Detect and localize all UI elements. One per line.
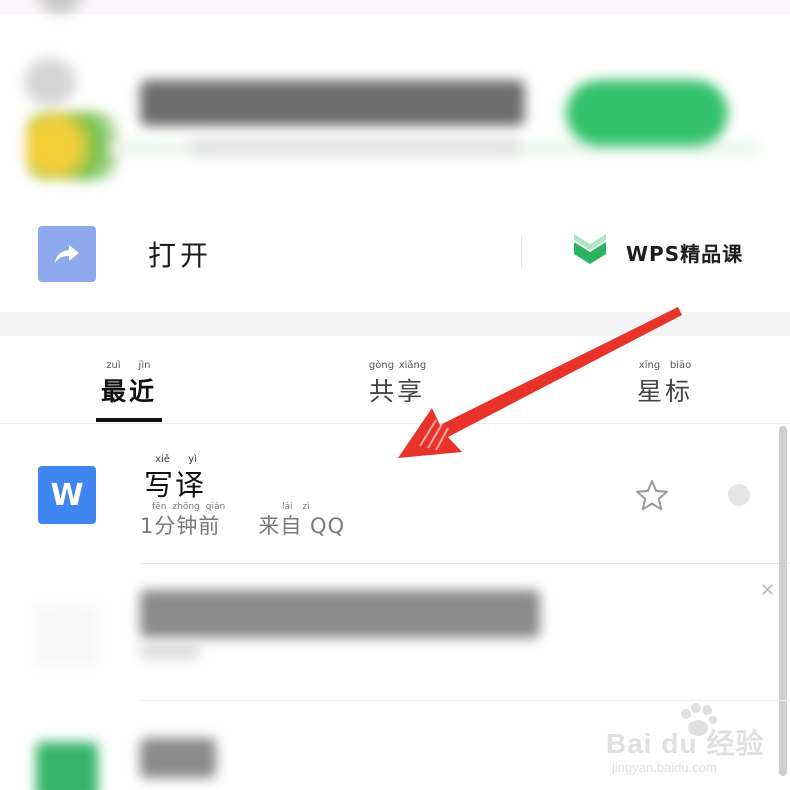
star-outline-icon[interactable] [634,478,670,514]
tab-starred[interactable]: xīng biāo 星标 [634,360,696,408]
divider [521,236,522,268]
list-item[interactable]: W xiě yì 写译 fēn zhōng qián lái zì 1分钟前 来自 QQ [0,424,790,564]
promo-banner[interactable] [0,20,790,180]
banner-subtitle [190,138,520,156]
tab-recent[interactable]: zuì jìn 最近 [98,360,160,408]
list-item-meta [140,644,200,658]
tab-label: 共享 [368,377,425,406]
divider [140,700,790,701]
close-icon[interactable]: ✕ [760,582,778,600]
active-tab-indicator [96,418,162,422]
file-time: 1分钟前 [140,514,221,538]
banner-app-icon [26,112,118,180]
file-name: 写译 [144,468,207,502]
wps-course-button[interactable]: WPS精品课 [626,238,743,267]
file-source: 来自 QQ [258,514,346,538]
word-doc-icon: W [38,466,96,524]
tab-label: 星标 [636,377,693,406]
watermark-url: jingyan.baidu.com [612,760,717,775]
banner-title [140,80,525,126]
banner-circle [24,58,76,106]
list-item[interactable] [140,590,540,638]
top-strip [0,0,790,14]
tab-label: 最近 [100,377,157,406]
list-item[interactable] [140,738,216,778]
section-gap [0,312,790,336]
tab-pinyin: gòng xiǎng [368,360,427,371]
tab-pinyin: xīng biāo [638,360,692,371]
file-icon [36,606,98,664]
divider [140,563,790,564]
open-button[interactable]: 打开 [148,234,212,274]
quick-actions-row: 打开 WPS精品课 [0,210,790,310]
more-dot-icon[interactable] [728,484,750,506]
wps-course-icon[interactable] [570,230,610,274]
watermark-brand: Bai du 经验 [606,728,765,759]
file-meta: 1分钟前 来自 QQ [140,510,345,540]
baidu-watermark: Bai du 经验 jingyan.baidu.com [606,703,782,784]
banner-action-button[interactable] [566,80,728,146]
tab-bar: zuì jìn 最近 gòng xiǎng 共享 xīng biāo 星标 [0,336,790,424]
tab-shared[interactable]: gòng xiǎng 共享 [366,360,428,408]
file-icon [36,742,98,790]
tab-pinyin: zuì jìn [106,360,151,371]
share-arrow-icon[interactable] [38,226,96,282]
